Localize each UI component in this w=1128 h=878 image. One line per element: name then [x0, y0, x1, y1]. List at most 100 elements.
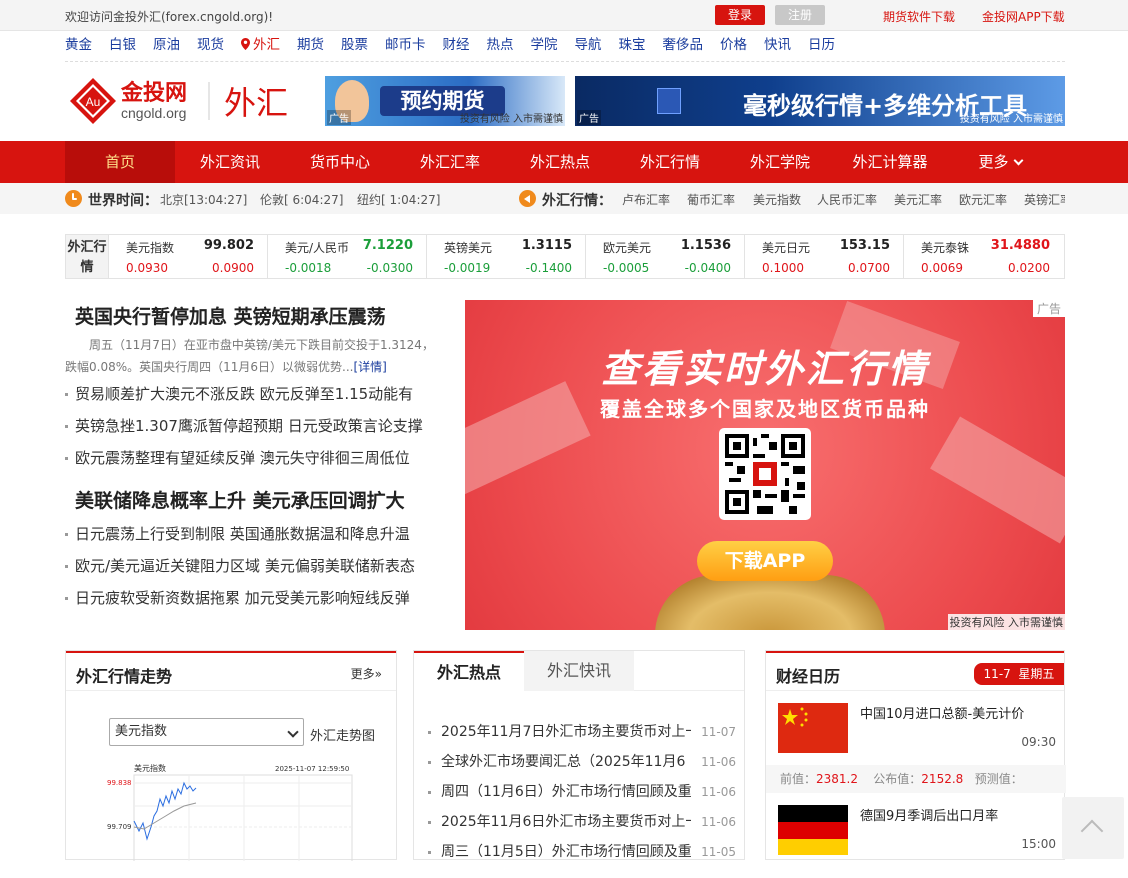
fx-link-usd[interactable]: 美元汇率: [894, 191, 942, 208]
nav-forex-hot[interactable]: 外汇热点: [505, 141, 615, 183]
forex-trend-panel: 外汇行情走势 更多» 美元指数 外汇走势图 美元指数 2025-11-07 12…: [65, 650, 397, 861]
cat-link-stocks[interactable]: 股票: [341, 36, 368, 61]
actual-label: 公布值：: [873, 772, 922, 786]
cat-link-flash[interactable]: 快讯: [764, 36, 791, 61]
list-item[interactable]: 周三（11月5日）外汇市场行情回顾及重 11-05: [426, 837, 736, 867]
nav-forex-rates[interactable]: 外汇汇率: [395, 141, 505, 183]
fx-link-cny[interactable]: 人民币汇率: [817, 191, 877, 208]
quote-name: 美元指数: [126, 241, 175, 255]
cat-link-oil[interactable]: 原油: [153, 36, 180, 61]
quote-cell[interactable]: 美元/人民币 7.1220 -0.0018 -0.0300: [267, 235, 426, 278]
list-item[interactable]: 周四（11月6日）外汇市场行情回顾及重 11-06: [426, 777, 736, 807]
news-item[interactable]: 欧元/美元逼近关键阻力区域 美元偏弱美联储新表态: [65, 550, 450, 582]
nav-currency-center[interactable]: 货币中心: [285, 141, 395, 183]
quote-cell[interactable]: 英镑美元 1.3115 -0.0019 -0.1400: [426, 235, 585, 278]
event-values: 前值：2381.2 公布值：2152.8 预测值：: [766, 765, 1066, 793]
quote-cell[interactable]: 美元日元 153.15 0.1000 0.0700: [744, 235, 903, 278]
cat-link-forex[interactable]: 外汇: [241, 36, 280, 61]
hot-news-list: 2025年11月7日外汇市场主要货币对上一 11-07 全球外汇市场要闻汇总（20…: [426, 717, 736, 867]
cat-link-jewelry[interactable]: 珠宝: [619, 36, 646, 61]
news-item[interactable]: 贸易顺差扩大澳元不涨反跌 欧元反弹至1.15动能有: [65, 378, 450, 410]
quote-cell[interactable]: 美元泰铢 31.4880 0.0069 0.0200: [903, 235, 1063, 278]
details-link[interactable]: [详情]: [353, 360, 386, 374]
quote-cell[interactable]: 欧元美元 1.1536 -0.0005 -0.0400: [585, 235, 744, 278]
nav-forex-academy[interactable]: 外汇学院: [725, 141, 835, 183]
chart-high-label: 99.838: [107, 779, 132, 787]
fx-link-gbp[interactable]: 英镑汇率: [1024, 191, 1065, 208]
panel-header: 财经日历 11-7 星期五: [766, 651, 1064, 691]
clock-icon: [65, 190, 82, 207]
cat-link-gold[interactable]: 黄金: [65, 36, 92, 61]
ad-banner-futures[interactable]: 预约期货 广告 投资有风险 入市需谨慎: [325, 76, 565, 126]
fx-link-eur-pt[interactable]: 葡币汇率: [687, 191, 735, 208]
ad1-tag: 广告: [327, 110, 351, 125]
download-app-button[interactable]: 下载APP: [697, 541, 833, 581]
currency-select[interactable]: 美元指数: [109, 718, 304, 746]
news-item[interactable]: 欧元震荡整理有望延续反弹 澳元失守徘徊三周低位: [65, 442, 450, 474]
quote-value: 31.4880: [990, 238, 1050, 253]
fx-link-eur[interactable]: 欧元汇率: [959, 191, 1007, 208]
ad1-risk: 投资有风险 入市需谨慎: [459, 114, 563, 125]
fx-link-rub[interactable]: 卢布汇率: [622, 191, 670, 208]
tab-forex-flash[interactable]: 外汇快讯: [524, 651, 634, 691]
nav-forex-news[interactable]: 外汇资讯: [175, 141, 285, 183]
prev-label: 前值：: [780, 772, 817, 786]
cat-link-price[interactable]: 价格: [720, 36, 747, 61]
nav-home[interactable]: 首页: [65, 141, 175, 183]
nav-more[interactable]: 更多: [945, 141, 1055, 183]
china-flag-icon: [778, 703, 848, 753]
ad-banner-tools[interactable]: 毫秒级行情+多维分析工具 广告 投资有风险 入市需谨慎: [575, 76, 1065, 126]
calendar-event[interactable]: 德国9月季调后出口月率 15:00: [778, 805, 1066, 865]
back-to-top-button[interactable]: [1062, 797, 1124, 859]
cat-link-spot[interactable]: 现货: [197, 36, 224, 61]
list-item-date: 11-05: [701, 845, 736, 859]
futures-software-download-link[interactable]: 期货软件下载: [883, 8, 955, 25]
cat-link-navigation[interactable]: 导航: [575, 36, 602, 61]
quote-value: 99.802: [203, 238, 254, 253]
nav-more-label: 更多: [978, 153, 1009, 171]
category-nav: 黄金 白银 原油 现货 外汇 期货 股票 邮币卡 财经 热点 学院 导航 珠宝 …: [65, 36, 1065, 62]
app-download-link[interactable]: 金投网APP下载: [982, 8, 1065, 25]
quote-percent: -0.0300: [366, 261, 413, 275]
cat-link-silver[interactable]: 白银: [109, 36, 136, 61]
list-item-date: 11-07: [701, 725, 736, 739]
register-button[interactable]: 注册: [775, 5, 825, 25]
quote-cell[interactable]: 美元指数 99.802 0.0930 0.0900: [108, 235, 267, 278]
channel-title: 外汇: [224, 84, 288, 122]
nav-forex-quotes[interactable]: 外汇行情: [615, 141, 725, 183]
headline-link[interactable]: 美联储降息概率上升 美元承压回调扩大: [65, 484, 450, 518]
prev-value: 2381.2: [816, 772, 859, 786]
calendar-weekday: 星期五: [1018, 667, 1055, 681]
list-item[interactable]: 全球外汇市场要闻汇总（2025年11月6 11-06: [426, 747, 736, 777]
chart-title: 美元指数: [134, 763, 166, 773]
news-item[interactable]: 日元震荡上行受到制限 英国通胀数据温和降息升温: [65, 518, 450, 550]
headline-link[interactable]: 英国央行暂停加息 英镑短期承压震荡: [65, 300, 450, 334]
list-item[interactable]: 2025年11月6日外汇市场主要货币对上一 11-06: [426, 807, 736, 837]
quote-change: -0.0019: [444, 261, 491, 275]
cat-link-stamps[interactable]: 邮币卡: [385, 36, 426, 61]
more-link[interactable]: 更多»: [351, 665, 382, 682]
nav-forex-calculator[interactable]: 外汇计算器: [835, 141, 945, 183]
news-item[interactable]: 英镑急挫1.307鹰派暂停超预期 日元受政策言论支撑: [65, 410, 450, 442]
list-item-title: 全球外汇市场要闻汇总（2025年11月6: [441, 754, 686, 770]
chart-time: 2025-11-07 12:59:50: [275, 765, 349, 773]
list-item[interactable]: 2025年11月7日外汇市场主要货币对上一 11-07: [426, 717, 736, 747]
fx-link-usdx[interactable]: 美元指数: [753, 191, 801, 208]
tab-forex-hot[interactable]: 外汇热点: [414, 651, 524, 691]
cat-link-finance[interactable]: 财经: [443, 36, 470, 61]
news-item[interactable]: 日元疲软受新资数据拖累 加元受美元影响短线反弹: [65, 582, 450, 614]
quote-name: 英镑美元: [444, 241, 493, 255]
cat-link-hot[interactable]: 热点: [487, 36, 514, 61]
quotes-strip: 外汇行情 美元指数 99.802 0.0930 0.0900 美元/人民币 7.…: [65, 234, 1065, 279]
cat-link-luxury[interactable]: 奢侈品: [663, 36, 704, 61]
cat-link-academy[interactable]: 学院: [531, 36, 558, 61]
cat-link-futures[interactable]: 期货: [297, 36, 324, 61]
cat-link-calendar[interactable]: 日历: [808, 36, 835, 61]
banner-subtitle: 覆盖全球多个国家及地区货币品种: [600, 397, 930, 421]
calendar-event[interactable]: 中国10月进口总额-美元计价 09:30 前值：2381.2 公布值：2152.…: [766, 703, 1066, 793]
app-promo-banner[interactable]: 查看实时外汇行情 覆盖全球多个国家及地区货币品种 下载APP 广告 投资有风险 …: [465, 300, 1065, 630]
login-button[interactable]: 登录: [715, 5, 765, 25]
forecast-label: 预测值：: [974, 772, 1023, 786]
site-logo[interactable]: Au 金投网 cngold.org 外汇: [68, 76, 308, 126]
quote-name: 欧元美元: [603, 241, 652, 255]
